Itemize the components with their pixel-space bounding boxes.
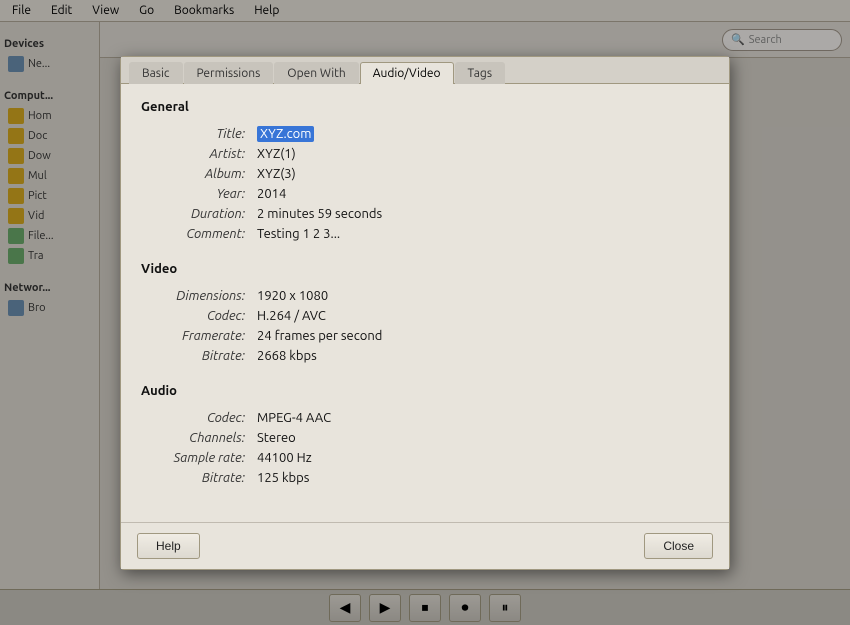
audio-section-title: Audio xyxy=(141,384,709,398)
field-label-audio-bitrate: Bitrate: xyxy=(141,468,251,488)
general-section-title: General xyxy=(141,100,709,114)
field-value-album: XYZ(3) xyxy=(251,164,709,184)
table-row: Codec: H.264 / AVC xyxy=(141,306,709,326)
field-value-codec: H.264 / AVC xyxy=(251,306,709,326)
field-value-audio-bitrate: 125 kbps xyxy=(251,468,709,488)
field-value-framerate: 24 frames per second xyxy=(251,326,709,346)
field-label-title: Title: xyxy=(141,124,251,144)
table-row: Channels: Stereo xyxy=(141,428,709,448)
field-label-video-bitrate: Bitrate: xyxy=(141,346,251,366)
dialog-overlay: Basic Permissions Open With Audio/Video … xyxy=(0,0,850,625)
table-row: Dimensions: 1920 x 1080 xyxy=(141,286,709,306)
table-row: Album: XYZ(3) xyxy=(141,164,709,184)
dialog-content: General Title: XYZ.com Artist: XYZ(1) Al… xyxy=(121,84,729,522)
field-value-sample-rate: 44100 Hz xyxy=(251,448,709,468)
field-label-sample-rate: Sample rate: xyxy=(141,448,251,468)
field-value-title[interactable]: XYZ.com xyxy=(251,124,709,144)
field-label-framerate: Framerate: xyxy=(141,326,251,346)
video-table: Dimensions: 1920 x 1080 Codec: H.264 / A… xyxy=(141,286,709,366)
field-label-codec: Codec: xyxy=(141,306,251,326)
field-value-video-bitrate: 2668 kbps xyxy=(251,346,709,366)
close-button[interactable]: Close xyxy=(644,533,713,559)
table-row: Comment: Testing 1 2 3... xyxy=(141,224,709,244)
audio-table: Codec: MPEG-4 AAC Channels: Stereo Sampl… xyxy=(141,408,709,488)
table-row: Duration: 2 minutes 59 seconds xyxy=(141,204,709,224)
tab-tags[interactable]: Tags xyxy=(455,62,505,84)
general-table: Title: XYZ.com Artist: XYZ(1) Album: XYZ… xyxy=(141,124,709,244)
tab-audio-video[interactable]: Audio/Video xyxy=(360,62,454,84)
field-label-channels: Channels: xyxy=(141,428,251,448)
field-label-audio-codec: Codec: xyxy=(141,408,251,428)
field-value-duration: 2 minutes 59 seconds xyxy=(251,204,709,224)
table-row: Year: 2014 xyxy=(141,184,709,204)
field-label-year: Year: xyxy=(141,184,251,204)
help-button[interactable]: Help xyxy=(137,533,200,559)
field-label-dimensions: Dimensions: xyxy=(141,286,251,306)
table-row: Artist: XYZ(1) xyxy=(141,144,709,164)
video-section-title: Video xyxy=(141,262,709,276)
field-value-year: 2014 xyxy=(251,184,709,204)
table-row: Codec: MPEG-4 AAC xyxy=(141,408,709,428)
tab-bar: Basic Permissions Open With Audio/Video … xyxy=(121,57,729,84)
table-row: Framerate: 24 frames per second xyxy=(141,326,709,346)
dialog-footer: Help Close xyxy=(121,522,729,569)
tab-basic[interactable]: Basic xyxy=(129,62,183,84)
field-value-artist: XYZ(1) xyxy=(251,144,709,164)
table-row: Title: XYZ.com xyxy=(141,124,709,144)
properties-dialog: Basic Permissions Open With Audio/Video … xyxy=(120,56,730,570)
tab-open-with[interactable]: Open With xyxy=(274,62,358,84)
table-row: Bitrate: 125 kbps xyxy=(141,468,709,488)
table-row: Sample rate: 44100 Hz xyxy=(141,448,709,468)
field-label-album: Album: xyxy=(141,164,251,184)
tab-permissions[interactable]: Permissions xyxy=(184,62,274,84)
field-label-duration: Duration: xyxy=(141,204,251,224)
field-value-channels: Stereo xyxy=(251,428,709,448)
field-value-audio-codec: MPEG-4 AAC xyxy=(251,408,709,428)
field-value-dimensions: 1920 x 1080 xyxy=(251,286,709,306)
field-label-artist: Artist: xyxy=(141,144,251,164)
field-label-comment: Comment: xyxy=(141,224,251,244)
title-selected-text[interactable]: XYZ.com xyxy=(257,126,314,142)
table-row: Bitrate: 2668 kbps xyxy=(141,346,709,366)
field-value-comment: Testing 1 2 3... xyxy=(251,224,709,244)
